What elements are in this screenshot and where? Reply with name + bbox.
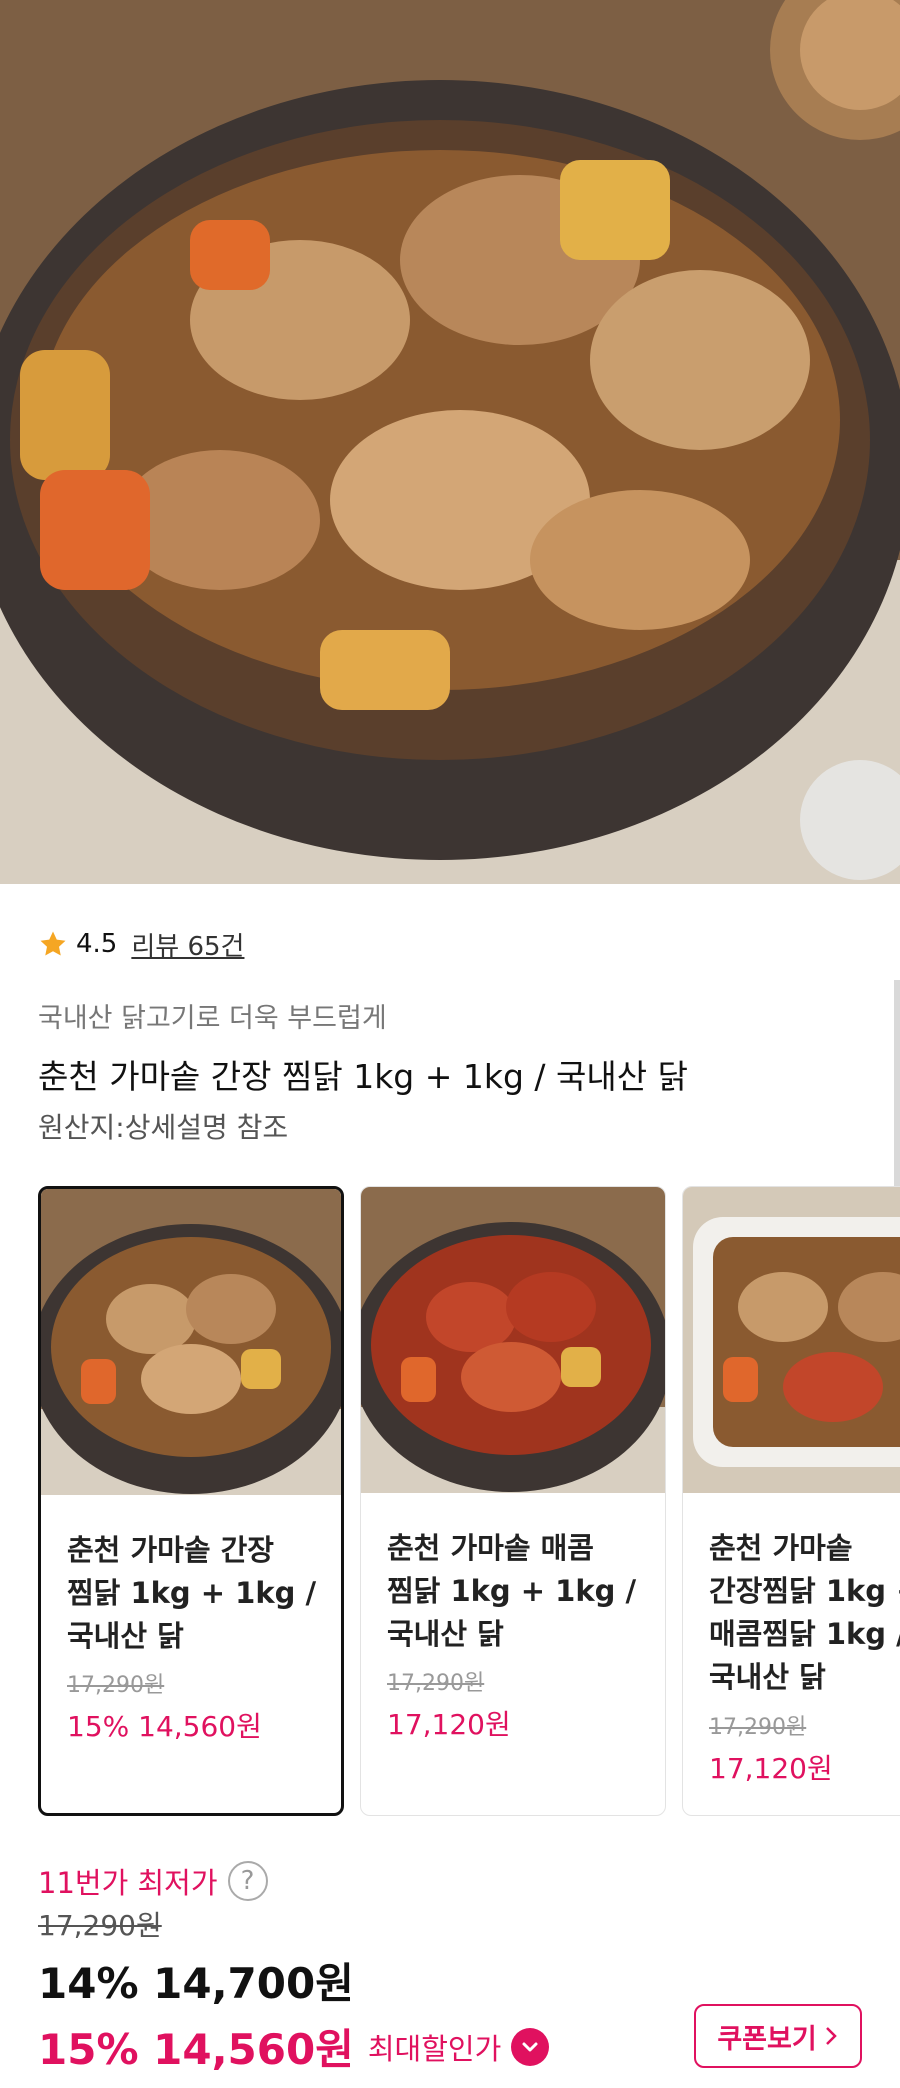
original-price: 17,290원 [38,1909,162,1942]
star-icon [40,931,66,956]
discount-price: 14% 14,700원 [38,1959,354,2008]
option-name: 춘천 가마솥 간장 찜닭 1kg + 1kg / 국내산 닭 [67,1533,317,1653]
review-count-link[interactable]: 리뷰 65건 [131,926,244,963]
option-original-price: 17,290원 [67,1673,165,1698]
coupon-button-label: 쿠폰보기 [717,2023,817,2055]
product-origin: 원산지:상세설명 참조 [38,1111,289,1144]
option-thumbnail [361,1187,665,1493]
option-thumbnail [683,1187,900,1493]
max-discount-price: 15% 14,560원 [38,2025,354,2074]
lowest-price-row: 11번가 최저가 ? [38,1860,268,1902]
option-name: 춘천 가마솥 매콤 찜닭 1kg + 1kg / 국내산 닭 [387,1531,637,1651]
coupon-button[interactable]: 쿠폰보기 [694,2004,862,2068]
option-thumbnail [41,1189,341,1495]
product-hero-image[interactable] [0,0,900,884]
option-card-spicy[interactable]: 춘천 가마솥 매콤 찜닭 1kg + 1kg / 국내산 닭 17,290원 1… [360,1186,666,1816]
option-original-price: 17,290원 [387,1671,485,1696]
product-title: 춘천 가마솥 간장 찜닭 1kg + 1kg / 국내산 닭 [38,1057,688,1096]
max-discount-row: 15% 14,560원 최대할인가 [38,2016,550,2077]
chevron-right-icon [825,2027,837,2045]
option-price: 17,120원 [387,1708,511,1741]
rating-row: 4.5 리뷰 65건 [38,924,244,964]
option-card-soy[interactable]: 춘천 가마솥 간장 찜닭 1kg + 1kg / 국내산 닭 17,290원 1… [38,1186,344,1816]
option-name: 춘천 가마솥 간장찜닭 1kg + 매콤찜닭 1kg / 국내산 닭 [709,1531,900,1694]
max-discount-label: 최대할인가 [367,2031,502,2066]
product-subtitle: 국내산 닭고기로 더욱 부드럽게 [38,1003,387,1034]
rating-score: 4.5 [76,929,118,959]
question-icon[interactable]: ? [227,1861,268,1901]
chevron-down-icon[interactable] [511,2027,550,2066]
option-price: 15% 14,560원 [67,1710,262,1743]
option-price: 17,120원 [709,1752,833,1785]
option-card-combo[interactable]: 춘천 가마솥 간장찜닭 1kg + 매콤찜닭 1kg / 국내산 닭 17,29… [682,1186,900,1816]
option-original-price: 17,290원 [709,1715,807,1740]
option-carousel[interactable]: 춘천 가마솥 간장 찜닭 1kg + 1kg / 국내산 닭 17,290원 1… [38,1186,900,1820]
lowest-price-label: 11번가 최저가 [38,1866,218,1900]
